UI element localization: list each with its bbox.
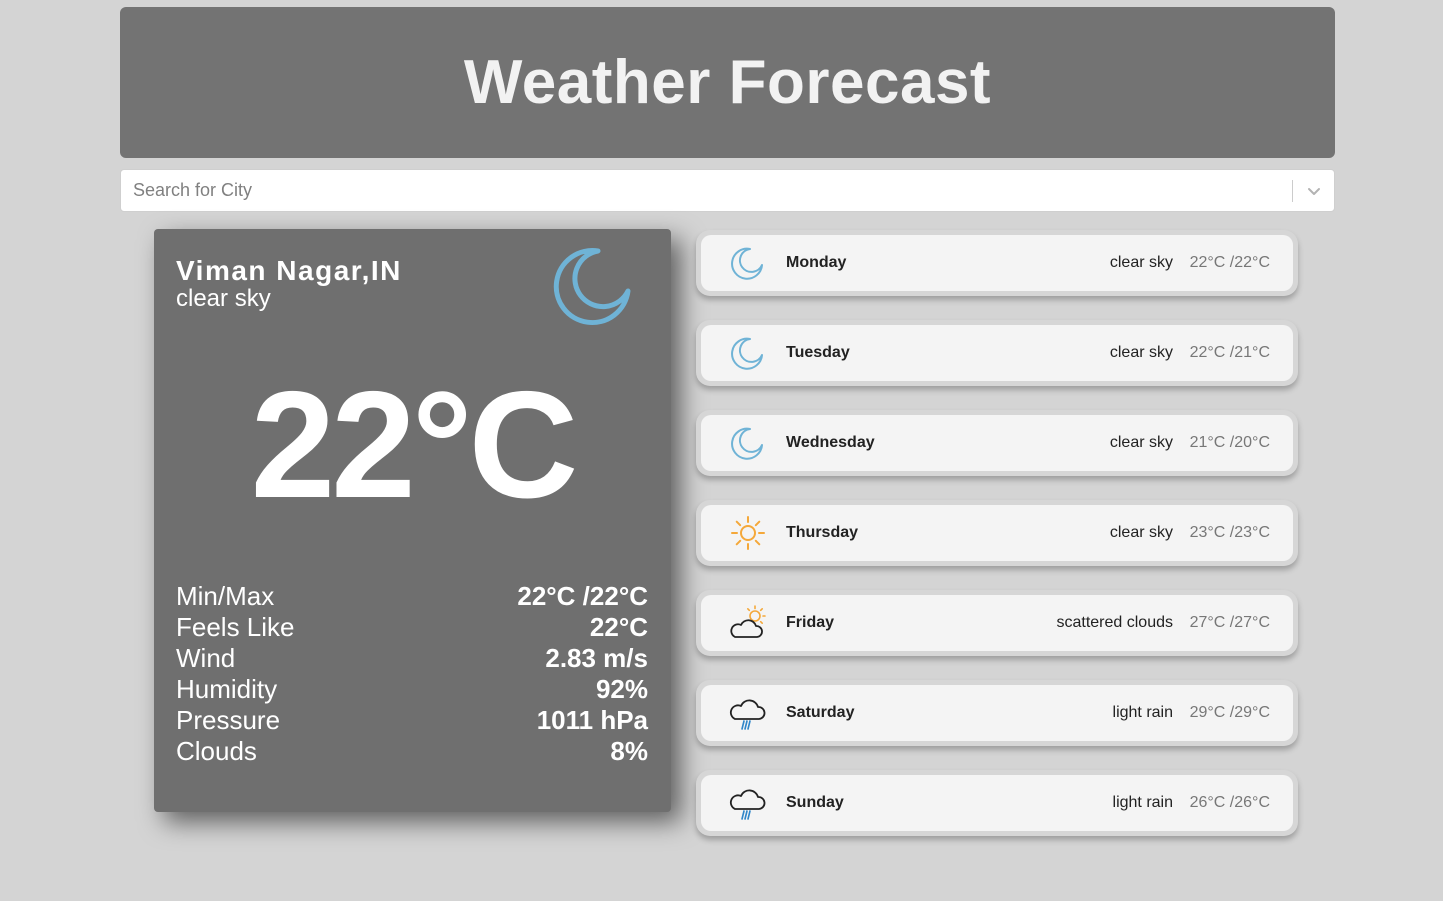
detail-row-feels-like: Feels Like 22°C bbox=[176, 612, 648, 643]
forecast-item-body: Thursday clear sky 23°C /23°C bbox=[701, 505, 1293, 561]
forecast-item-wednesday[interactable]: Wednesday clear sky 21°C /20°C bbox=[696, 410, 1298, 476]
forecast-day: Tuesday bbox=[786, 344, 850, 361]
detail-value: 1011 hPa bbox=[536, 705, 648, 735]
detail-row-wind: Wind 2.83 m/s bbox=[176, 643, 648, 674]
detail-value: 2.83 m/s bbox=[545, 643, 648, 673]
moon-icon bbox=[731, 247, 763, 280]
forecast-item-tuesday[interactable]: Tuesday clear sky 22°C /21°C bbox=[696, 320, 1298, 386]
forecast-day: Monday bbox=[786, 254, 847, 271]
moon-icon bbox=[553, 248, 631, 326]
forecast-item-friday[interactable]: Friday scattered clouds 27°C /27°C bbox=[696, 590, 1298, 656]
forecast-description: scattered clouds bbox=[1056, 614, 1173, 631]
forecast-item-monday[interactable]: Monday clear sky 22°C /22°C bbox=[696, 230, 1298, 296]
chevron-down-icon bbox=[1307, 187, 1320, 195]
weather-details: Min/Max 22°C /22°C Feels Like 22°C Wind … bbox=[176, 581, 648, 767]
detail-label: Pressure bbox=[176, 705, 281, 735]
search-input[interactable] bbox=[121, 170, 1281, 211]
forecast-temp-range: 29°C /29°C bbox=[1189, 704, 1270, 721]
forecast-day: Wednesday bbox=[786, 434, 875, 451]
forecast-description: clear sky bbox=[1109, 254, 1173, 271]
rain-cloud-icon bbox=[729, 699, 766, 730]
detail-value: 92% bbox=[595, 674, 648, 704]
forecast-item-body: Monday clear sky 22°C /22°C bbox=[701, 235, 1293, 291]
forecast-day: Thursday bbox=[786, 524, 859, 541]
detail-value: 22°C bbox=[589, 612, 648, 642]
forecast-description: clear sky bbox=[1109, 344, 1173, 361]
current-weather-card: Viman Nagar,IN clear sky 22°C Min/Max 22… bbox=[154, 229, 671, 812]
detail-value: 8% bbox=[610, 736, 648, 766]
forecast-temp-range: 23°C /23°C bbox=[1189, 524, 1270, 541]
detail-row-clouds: Clouds 8% bbox=[176, 736, 648, 767]
moon-icon bbox=[731, 427, 763, 460]
app-header: Weather Forecast bbox=[120, 7, 1335, 158]
sun-cloud-icon bbox=[730, 605, 766, 638]
forecast-item-body: Saturday light rain 29°C /29°C bbox=[701, 685, 1293, 741]
forecast-description: clear sky bbox=[1109, 524, 1173, 541]
weather-description: clear sky bbox=[176, 285, 271, 312]
forecast-description: clear sky bbox=[1109, 434, 1173, 451]
detail-label: Clouds bbox=[176, 736, 257, 766]
forecast-day: Friday bbox=[786, 614, 835, 631]
city-name: Viman Nagar,IN bbox=[176, 255, 402, 286]
detail-label: Wind bbox=[176, 643, 236, 673]
forecast-description: light rain bbox=[1112, 704, 1173, 721]
forecast-day: Saturday bbox=[786, 704, 855, 721]
forecast-item-sunday[interactable]: Sunday light rain 26°C /26°C bbox=[696, 770, 1298, 836]
forecast-temp-range: 27°C /27°C bbox=[1189, 614, 1270, 631]
detail-row-pressure: Pressure 1011 hPa bbox=[176, 705, 648, 736]
detail-row-humidity: Humidity 92% bbox=[176, 674, 648, 705]
current-temperature: 22°C bbox=[250, 360, 579, 530]
moon-icon bbox=[731, 337, 763, 370]
detail-label: Feels Like bbox=[176, 612, 295, 642]
forecast-item-body: Friday scattered clouds 27°C /27°C bbox=[701, 595, 1293, 651]
sun-icon bbox=[731, 516, 765, 550]
forecast-temp-range: 21°C /20°C bbox=[1189, 434, 1270, 451]
forecast-description: light rain bbox=[1112, 794, 1173, 811]
forecast-temp-range: 26°C /26°C bbox=[1189, 794, 1270, 811]
forecast-temp-range: 22°C /21°C bbox=[1189, 344, 1270, 361]
forecast-item-thursday[interactable]: Thursday clear sky 23°C /23°C bbox=[696, 500, 1298, 566]
detail-value: 22°C /22°C bbox=[517, 581, 648, 611]
rain-cloud-icon bbox=[729, 789, 766, 820]
forecast-temp-range: 22°C /22°C bbox=[1189, 254, 1270, 271]
forecast-item-saturday[interactable]: Saturday light rain 29°C /29°C bbox=[696, 680, 1298, 746]
forecast-day: Sunday bbox=[786, 794, 844, 811]
forecast-item-body: Tuesday clear sky 22°C /21°C bbox=[701, 325, 1293, 381]
detail-row-min-max: Min/Max 22°C /22°C bbox=[176, 581, 648, 612]
forecast-item-body: Wednesday clear sky 21°C /20°C bbox=[701, 415, 1293, 471]
dropdown-indicator[interactable] bbox=[1293, 170, 1334, 211]
detail-label: Humidity bbox=[176, 674, 278, 704]
city-search[interactable] bbox=[120, 169, 1335, 212]
detail-label: Min/Max bbox=[176, 581, 275, 611]
forecast-item-body: Sunday light rain 26°C /26°C bbox=[701, 775, 1293, 831]
page-title: Weather Forecast bbox=[463, 48, 992, 117]
